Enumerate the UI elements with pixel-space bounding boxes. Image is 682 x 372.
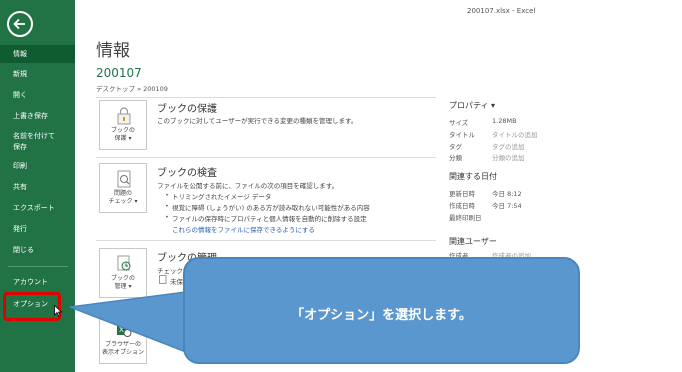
back-arrow-icon: [13, 18, 25, 30]
save-as-line2: 保存: [13, 143, 27, 151]
svg-text:X: X: [119, 326, 124, 334]
callout-text: 「オプション」を選択します。: [291, 308, 472, 323]
page-title: 情報: [96, 41, 130, 61]
manage-button-line1: ブックの: [110, 275, 135, 282]
sidebar-item-open[interactable]: 開く: [0, 90, 75, 101]
property-value[interactable]: 分類の追加: [492, 152, 525, 162]
related-users-heading: 関連ユーザー: [449, 237, 497, 246]
browser-button-line2: 表示オプション: [101, 349, 144, 356]
property-key: サイズ: [449, 119, 469, 127]
protect-button-line2: 保護 ▾: [114, 135, 132, 142]
property-value: 1.28MB: [492, 117, 517, 125]
protect-title: ブックの保護: [157, 104, 217, 115]
protect-button-line1: ブックの: [110, 127, 135, 134]
protect-desc: このブックに対してユーザーが実行できる変更の種類を管理します。: [157, 117, 358, 125]
sidebar-item-publish[interactable]: 発行: [0, 224, 75, 235]
divider: [96, 240, 436, 241]
related-dates-heading: 関連する日付: [449, 172, 497, 181]
sidebar-item-save-as[interactable]: 名前を付けて 保存: [0, 131, 75, 153]
lock-icon: [117, 107, 131, 125]
check-button-line1: 問題の: [113, 190, 132, 197]
sidebar-item-account[interactable]: アカウント: [0, 277, 75, 288]
inspect-bullet: 視覚に障碍 (しょうがい) のある方が読み取れない可能性がある内容: [165, 202, 370, 212]
inspect-bullet: ファイルの保存時にプロパティと個人情報を自動的に削除する設定: [165, 213, 367, 223]
save-as-line1: 名前を付けて: [13, 132, 55, 140]
manage-icon: [117, 255, 131, 271]
sidebar-item-export[interactable]: エクスポート: [0, 203, 75, 214]
allow-save-info-link[interactable]: これらの情報をファイルに保存できるようにする: [172, 224, 315, 234]
backstage-sidebar: 情報 新規 開く 上書き保存 名前を付けて 保存 印刷 共有 エクスポート 発行…: [0, 0, 75, 372]
date-value: 今日 8:12: [492, 190, 522, 198]
instruction-callout: 「オプション」を選択します。: [183, 257, 580, 364]
property-key: タイトル: [449, 131, 475, 139]
window-title: 200107.xlsx - Excel: [467, 7, 536, 15]
inspect-icon: [117, 170, 131, 188]
browser-view-options-button[interactable]: X ブラウザーの 表示オプション: [99, 318, 147, 364]
manage-workbook-button[interactable]: ブックの 管理 ▾: [99, 248, 147, 298]
property-value[interactable]: タグの追加: [492, 141, 525, 151]
manage-item: 未保: [170, 278, 183, 286]
file-path: デスクトップ » 200109: [96, 85, 168, 93]
sidebar-item-print[interactable]: 印刷: [0, 161, 75, 172]
properties-heading[interactable]: プロパティ ▾: [449, 100, 495, 111]
sidebar-item-new[interactable]: 新規: [0, 69, 75, 80]
mouse-cursor-icon: [54, 305, 62, 317]
property-key: タグ: [449, 143, 462, 151]
inspect-desc: ファイルを公開する前に、ファイルの次の項目を確認します。: [157, 182, 339, 190]
document-icon: [159, 275, 167, 284]
file-name: 200107: [96, 66, 142, 80]
divider: [96, 97, 436, 98]
inspect-title: ブックの検査: [157, 168, 217, 179]
check-button-line2: チェック ▾: [108, 198, 138, 205]
property-value[interactable]: タイトルの追加: [492, 129, 538, 139]
sidebar-item-share[interactable]: 共有: [0, 182, 75, 193]
browser-icon: X: [117, 323, 132, 337]
protect-workbook-button[interactable]: ブックの 保護 ▾: [99, 100, 147, 150]
inspect-bullet: トリミングされたイメージ データ: [165, 191, 271, 201]
property-key: 分類: [449, 154, 462, 162]
browser-button-line1: ブラウザーの: [104, 341, 141, 348]
back-button[interactable]: [7, 11, 33, 37]
sidebar-separator: [8, 266, 68, 267]
options-highlight-box: [3, 292, 61, 321]
sidebar-item-info[interactable]: 情報: [0, 45, 75, 63]
manage-button-line2: 管理 ▾: [114, 283, 132, 290]
sidebar-item-close[interactable]: 閉じる: [0, 245, 75, 256]
sidebar-item-save[interactable]: 上書き保存: [0, 111, 75, 122]
date-key: 更新日時: [449, 190, 475, 198]
date-key: 作成日時: [449, 202, 475, 210]
date-value: 今日 7:54: [492, 202, 522, 210]
date-key: 最終印刷日: [449, 214, 482, 222]
divider: [96, 157, 436, 158]
check-issues-button[interactable]: 問題の チェック ▾: [99, 163, 147, 213]
